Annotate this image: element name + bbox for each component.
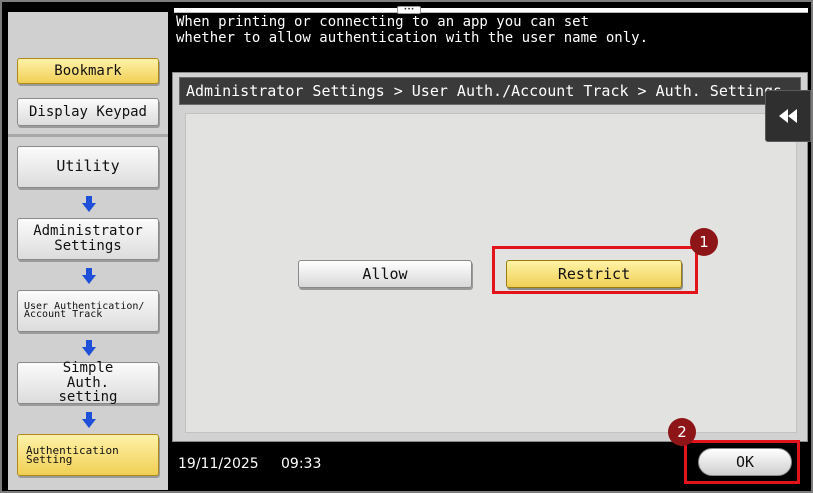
date-display: 19/11/2025 (178, 456, 259, 472)
step-simple-auth-button[interactable]: Simple Auth. setting (17, 359, 159, 406)
callout-marker-1: 1 (690, 228, 718, 256)
arrow-down-icon (82, 412, 96, 428)
arrow-down-icon (82, 196, 96, 212)
callout-number: 1 (699, 233, 709, 251)
time-display: 09:33 (281, 456, 322, 472)
step-utility-label: Utility (56, 157, 120, 176)
arrow-down-icon (82, 340, 96, 356)
display-keypad-label: Display Keypad (28, 103, 147, 120)
callout-number: 2 (677, 423, 687, 441)
bookmark-button[interactable]: Bookmark (17, 58, 159, 84)
step-simple-auth-label: Simple Auth. setting (58, 359, 118, 406)
callout-box-restrict (492, 246, 698, 294)
step-user-authentication-label: User Authentication/ Account Track (24, 300, 145, 320)
step-authentication-setting-label: Authentication Setting (26, 443, 119, 466)
step-authentication-setting-button[interactable]: Authentication Setting (17, 434, 159, 476)
arrow-down-icon (82, 268, 96, 284)
callout-marker-2: 2 (668, 418, 696, 446)
copier-screen: ••• Bookmark Display Keypad Utility Admi… (0, 0, 813, 493)
breadcrumb: Administrator Settings > User Auth./Acco… (179, 77, 801, 105)
step-administrator-settings-button[interactable]: Administrator Settings (17, 218, 159, 260)
allow-label: Allow (362, 265, 408, 283)
instruction-message: When printing or connecting to an app yo… (176, 14, 649, 46)
options-area: Allow Restrict (185, 113, 797, 433)
callout-box-ok (684, 440, 800, 484)
top-strip (174, 8, 808, 13)
collapse-panel-button[interactable] (765, 90, 811, 142)
allow-button[interactable]: Allow (298, 260, 472, 288)
bookmark-label: Bookmark (54, 62, 122, 79)
sidebar-divider (8, 134, 168, 137)
step-utility-button[interactable]: Utility (17, 146, 159, 188)
display-keypad-button[interactable]: Display Keypad (17, 98, 159, 126)
content-panel: Administrator Settings > User Auth./Acco… (172, 72, 808, 442)
step-user-authentication-button[interactable]: User Authentication/ Account Track (17, 290, 159, 332)
double-chevron-left-icon (779, 109, 797, 123)
left-panel: Bookmark Display Keypad Utility Administ… (8, 12, 168, 490)
step-administrator-settings-label: Administrator Settings (33, 223, 143, 254)
grip-icon[interactable]: ••• (397, 6, 421, 14)
